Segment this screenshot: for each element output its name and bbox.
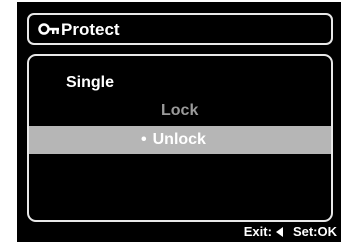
menu-option-lock[interactable]: Lock — [161, 102, 198, 120]
menu-title-bar: Protect — [27, 13, 333, 45]
menu-option-unlock[interactable]: • Unlock — [141, 131, 206, 149]
section-label-single: Single — [66, 74, 115, 91]
footer-hints: Exit: Set:OK — [244, 224, 337, 240]
set-hint-label: Set:OK — [292, 224, 337, 239]
camera-screen: Protect Single Lock • Unlock Exit: Set:OK — [17, 2, 341, 242]
protect-options-panel: Single Lock • Unlock — [27, 54, 333, 222]
left-arrow-icon — [275, 227, 283, 237]
exit-hint-label: Exit: — [243, 224, 272, 239]
menu-option-unlock-label: Unlock — [152, 131, 206, 148]
selected-bullet: • — [141, 131, 147, 148]
key-icon — [38, 23, 59, 35]
page-title: Protect — [61, 20, 120, 39]
menu-option-unlock-row[interactable]: • Unlock — [29, 126, 331, 154]
